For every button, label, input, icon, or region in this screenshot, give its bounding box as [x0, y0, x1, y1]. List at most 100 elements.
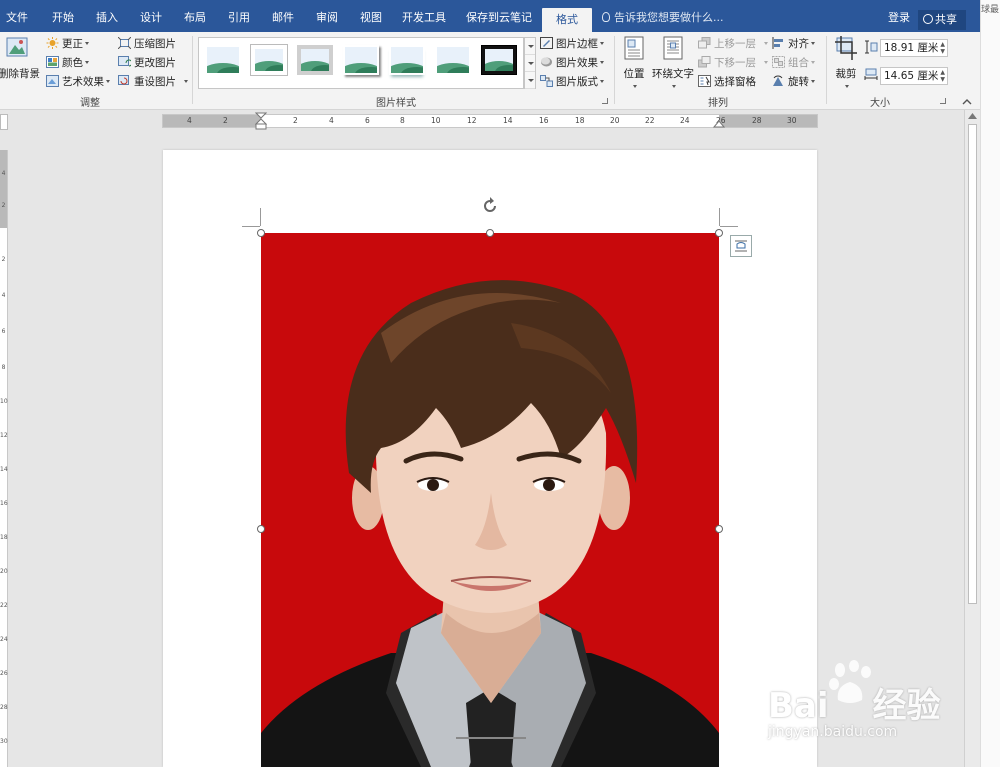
scrollbar-thumb[interactable]	[968, 124, 977, 604]
bring-forward-button[interactable]: 上移一层	[698, 35, 768, 53]
picture-layout-icon	[540, 75, 553, 87]
align-button[interactable]: 对齐	[772, 35, 815, 53]
scroll-up-icon[interactable]	[968, 113, 977, 119]
ruler-tick: 2	[223, 116, 228, 125]
resize-handle-top-left[interactable]	[257, 229, 265, 237]
ruler-tick: 18	[575, 116, 585, 125]
artistic-effects-label: 艺术效果	[62, 76, 104, 88]
position-button[interactable]: 位置	[620, 36, 648, 93]
rotate-handle-icon[interactable]	[480, 196, 500, 216]
rotate-button[interactable]: 旋转	[772, 73, 815, 91]
resize-handle-left[interactable]	[257, 525, 265, 533]
resize-handle-right[interactable]	[715, 525, 723, 533]
login-button[interactable]: 登录	[888, 0, 910, 32]
picture-style-thumb-selected[interactable]	[481, 45, 517, 75]
compress-pictures-button[interactable]: 压缩图片	[118, 35, 176, 53]
shape-width-input[interactable]: 14.65 厘米 ▲ ▼	[880, 67, 948, 85]
layout-options-button[interactable]	[730, 235, 752, 257]
picture-styles-launcher-icon[interactable]	[602, 98, 608, 104]
change-picture-label: 更改图片	[134, 57, 176, 69]
ruler-tick: 28	[0, 704, 8, 711]
tab-view[interactable]: 视图	[360, 0, 382, 32]
tab-mailings[interactable]: 邮件	[272, 0, 294, 32]
indent-marker-icon[interactable]	[255, 112, 267, 130]
tab-references[interactable]: 引用	[228, 0, 250, 32]
gallery-more[interactable]	[525, 72, 535, 89]
reset-picture-button[interactable]: 重设图片	[118, 73, 188, 91]
gallery-scroll-up[interactable]	[525, 38, 535, 55]
tab-format[interactable]: 格式	[542, 8, 592, 32]
artistic-effects-button[interactable]: 艺术效果	[46, 73, 110, 91]
shape-height-input[interactable]: 18.91 厘米 ▲ ▼	[880, 39, 948, 57]
ruler-tick: 14	[0, 466, 8, 473]
selection-pane-button[interactable]: 选择窗格	[698, 73, 756, 91]
color-palette-icon	[46, 56, 59, 68]
ruler-tick: 26	[0, 670, 8, 677]
crop-button[interactable]: 裁剪	[832, 36, 860, 93]
margin-mark	[720, 226, 738, 227]
spinner-arrows-icon[interactable]: ▲ ▼	[940, 69, 945, 83]
crop-icon	[835, 36, 857, 60]
sun-icon	[46, 37, 59, 49]
resize-handle-top-right[interactable]	[715, 229, 723, 237]
color-button[interactable]: 颜色	[46, 54, 89, 72]
portrait-photo	[261, 280, 719, 767]
tab-save-to-cloud-note[interactable]: 保存到云笔记	[466, 0, 532, 32]
spinner-arrows-icon[interactable]: ▲ ▼	[940, 41, 945, 55]
tab-review[interactable]: 审阅	[316, 0, 338, 32]
picture-border-label: 图片边框	[556, 38, 598, 50]
picture-layout-label: 图片版式	[556, 76, 598, 88]
chevron-down-icon	[811, 80, 815, 83]
gallery-scroll-down[interactable]	[525, 55, 535, 72]
selected-picture[interactable]	[261, 233, 719, 767]
tab-home[interactable]: 开始	[52, 0, 74, 32]
vertical-ruler[interactable]: 4 2 2 4 6 8 10 12 14 16 18 20 22 24 26 2…	[0, 150, 8, 767]
picture-effects-button[interactable]: 图片效果	[540, 54, 604, 72]
picture-layout-button[interactable]: 图片版式	[540, 73, 604, 91]
picture-style-thumb[interactable]	[343, 45, 379, 75]
tab-developer[interactable]: 开发工具	[402, 0, 446, 32]
wrap-text-button[interactable]: 环绕文字	[652, 36, 694, 93]
wrap-text-icon	[663, 36, 683, 60]
horizontal-ruler[interactable]: 4 2 2 4 6 8 10 12 14 16 18 20 22 24 26 2…	[162, 112, 818, 130]
resize-handle-top[interactable]	[486, 229, 494, 237]
corrections-button[interactable]: 更正	[46, 35, 89, 53]
shape-height-value: 18.91 厘米	[884, 42, 939, 54]
ruler-tick: 6	[365, 116, 370, 125]
change-picture-button[interactable]: 更改图片	[118, 54, 176, 72]
gallery-scroll[interactable]	[524, 37, 536, 89]
share-button[interactable]: 共享	[918, 10, 966, 30]
picture-style-thumb[interactable]	[389, 45, 425, 75]
tab-file[interactable]: 文件	[6, 0, 28, 32]
group-objects-label: 组合	[788, 57, 809, 69]
picture-style-thumb[interactable]	[251, 45, 287, 75]
remove-background-button[interactable]: 删除背景	[0, 36, 40, 81]
ruler-tick: 30	[0, 738, 8, 745]
vertical-scrollbar[interactable]	[964, 110, 980, 767]
size-launcher-icon[interactable]	[940, 98, 946, 104]
ruler-tab-selector[interactable]	[0, 114, 8, 130]
send-backward-icon	[698, 56, 711, 68]
ruler-tick: 10	[431, 116, 441, 125]
tab-layout[interactable]: 布局	[184, 0, 206, 32]
tab-insert[interactable]: 插入	[96, 0, 118, 32]
reset-picture-label: 重设图片	[134, 76, 176, 88]
tab-design[interactable]: 设计	[140, 0, 162, 32]
ruler-tick: 8	[400, 116, 405, 125]
watermark-brand: Bai 经验	[768, 686, 941, 726]
ribbon-format: 删除背景 更正 颜色 艺术效果 压缩图片 更改图片 重设图片 调整 图片边框 图…	[0, 32, 1000, 110]
picture-style-thumb[interactable]	[297, 45, 333, 75]
ruler-tick: 4	[1, 292, 6, 299]
group-objects-button[interactable]: 组合	[772, 54, 815, 72]
ruler-tick: 20	[610, 116, 620, 125]
picture-style-thumb[interactable]	[435, 45, 471, 75]
selection-pane-label: 选择窗格	[714, 76, 756, 88]
picture-border-button[interactable]: 图片边框	[540, 35, 604, 53]
right-indent-marker-icon[interactable]	[713, 118, 725, 128]
picture-style-thumb[interactable]	[205, 45, 241, 75]
ruler-tick: 18	[0, 534, 8, 541]
ruler-top-margin	[0, 150, 7, 228]
send-backward-button[interactable]: 下移一层	[698, 54, 768, 72]
tell-me-search[interactable]: 告诉我您想要做什么...	[602, 0, 724, 32]
collapse-ribbon-icon[interactable]	[962, 98, 972, 106]
